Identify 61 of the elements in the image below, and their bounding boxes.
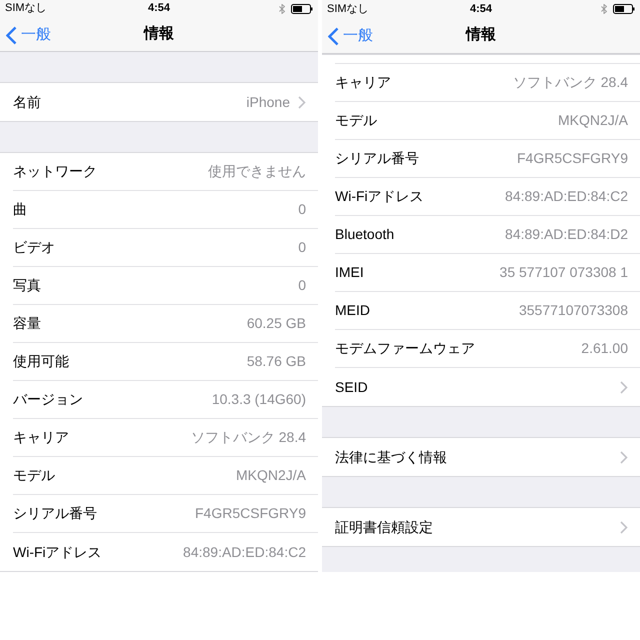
row-label: 法律に基づく情報: [335, 448, 447, 466]
row-value: 35 577107 073308 1: [500, 263, 628, 282]
row-value: F4GR5CSFGRY9: [517, 149, 628, 168]
row-label: 写真: [13, 276, 41, 295]
row-label: ビデオ: [13, 238, 55, 257]
bluetooth-icon: [279, 4, 285, 14]
row-label: MEID: [335, 301, 370, 320]
nav-title: 情報: [144, 24, 174, 44]
row-label: Wi-Fiアドレス: [335, 187, 424, 206]
row-label: モデル: [335, 111, 377, 130]
row-value: 0: [298, 200, 306, 219]
back-button[interactable]: 一般: [328, 25, 373, 48]
chevron-icon: [620, 520, 628, 534]
row-value: MKQN2J/A: [236, 466, 306, 485]
carrier-name: SIMなし: [327, 2, 370, 17]
row-label: キャリア: [13, 428, 69, 447]
row-value: 使用できません: [208, 162, 306, 181]
chevron-icon: [298, 96, 306, 108]
row-label: IMEI: [335, 263, 364, 282]
row-label: 容量: [13, 314, 41, 333]
row-value: iPhone: [246, 92, 290, 112]
row-label: シリアル番号: [335, 149, 419, 168]
row-label: モデル: [13, 466, 55, 485]
row-value: 2.61.00: [581, 339, 628, 358]
row-value: 10.3.3 (14G60): [212, 390, 306, 409]
row-value: ソフトバンク 28.4: [190, 428, 306, 447]
row-value: 84:89:AD:ED:84:C2: [183, 542, 306, 562]
row-value: 84:89:AD:ED:84:D2: [505, 225, 628, 244]
row-value: 58.76 GB: [246, 352, 306, 371]
battery-icon: [613, 4, 635, 14]
row-label: 証明書信頼設定: [335, 518, 433, 536]
back-chevron-icon: [6, 26, 17, 46]
chevron-icon: [620, 450, 628, 464]
row-label: SEID: [335, 378, 368, 396]
carrier-name: SIMなし: [5, 1, 48, 16]
row-label: バージョン: [13, 390, 83, 409]
status-time: 4:54: [148, 1, 170, 16]
row-label: 名前: [13, 92, 41, 112]
row-value: MKQN2J/A: [558, 111, 628, 130]
row-label: Wi-Fiアドレス: [13, 542, 102, 562]
nav-title: 情報: [466, 25, 496, 46]
row-value: ソフトバンク 28.4: [512, 73, 628, 92]
row-value: 60.25 GB: [246, 314, 306, 333]
back-button[interactable]: 一般: [6, 24, 51, 47]
chevron-icon: [620, 380, 628, 394]
row-label: ネットワーク: [13, 162, 97, 181]
row-value: 0: [298, 276, 306, 295]
back-chevron-icon: [328, 26, 339, 46]
battery-icon: [291, 4, 313, 14]
row-value: 84:89:AD:ED:84:C2: [505, 187, 628, 206]
row-label: 曲: [13, 200, 27, 219]
row-value: F4GR5CSFGRY9: [195, 504, 306, 523]
bluetooth-icon: [601, 4, 607, 14]
row-label: モデムファームウェア: [335, 339, 475, 358]
row-label: キャリア: [335, 73, 391, 92]
row-label: Bluetooth: [335, 225, 394, 244]
row-label: シリアル番号: [13, 504, 97, 523]
row-value: 35577107073308: [518, 301, 628, 320]
row-label: 使用可能: [13, 352, 69, 371]
row-value: 0: [298, 238, 306, 257]
status-time: 4:54: [470, 2, 492, 17]
